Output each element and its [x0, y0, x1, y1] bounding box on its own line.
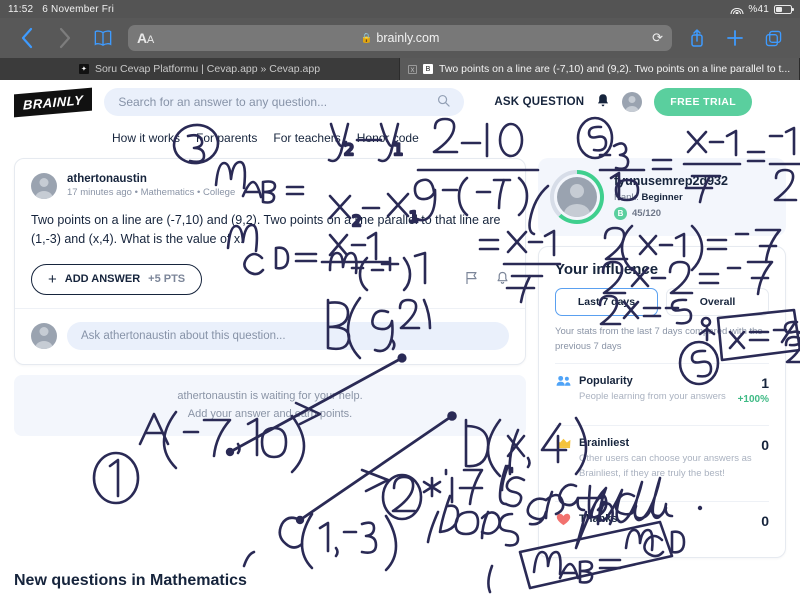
influence-title: Your influence	[555, 261, 659, 278]
question-author[interactable]: athertonaustin	[67, 173, 235, 185]
wifi-icon	[730, 4, 744, 14]
safari-toolbar: AAAA 🔒 brainly.com ⟳	[0, 18, 800, 58]
tab-last-7-days[interactable]: Last 7 days	[555, 288, 658, 316]
url-text: brainly.com	[376, 31, 440, 45]
search-icon[interactable]	[437, 94, 450, 110]
tab-title: Two points on a line are (-7,10) and (9,…	[439, 63, 791, 75]
people-icon	[555, 375, 571, 390]
close-icon[interactable]: x	[408, 64, 417, 74]
influence-note: Your stats from the last 7 days compared…	[555, 326, 763, 352]
tabs-overview-icon[interactable]	[754, 21, 792, 55]
heart-icon	[555, 513, 571, 529]
ios-status-bar: 11:52 6 November Fri %41	[0, 0, 800, 18]
stat-change: +100%	[737, 394, 769, 406]
crown-icon	[555, 437, 571, 452]
user-avatar-icon[interactable]	[31, 173, 57, 199]
browser-tab-2[interactable]: x B Two points on a line are (-7,10) and…	[400, 58, 800, 80]
stat-desc: People learning from your answers	[579, 391, 726, 403]
subnav-item-honor-code[interactable]: Honor code	[357, 131, 419, 145]
profile-progress-ring	[550, 170, 604, 224]
status-time: 11:52	[8, 3, 34, 15]
cevap-favicon: ✦	[78, 64, 89, 74]
divider	[15, 307, 525, 309]
question-card: athertonaustin 17 minutes ago • Mathemat…	[14, 158, 526, 365]
tab-overall[interactable]: Overall	[666, 288, 769, 316]
subnav-item-how-it-works[interactable]: How it works	[112, 131, 180, 145]
main-column: athertonaustin 17 minutes ago • Mathemat…	[14, 158, 526, 558]
influence-card: Your influence Last 7 days Overall Your …	[538, 246, 786, 558]
profile-card: fyunusemrep2d932 Rank: Beginner B 45/120	[538, 158, 786, 236]
brainly-logo[interactable]: BRAINLY	[14, 87, 93, 117]
question-meta: 17 minutes ago • Mathematics • College	[67, 187, 236, 198]
ask-question-button[interactable]: ASK QUESTION	[494, 96, 584, 108]
brainly-subnav: How it works For parents For teachers Ho…	[0, 124, 800, 152]
subnav-item-for-parents[interactable]: For parents	[196, 131, 257, 145]
stat-row-thanks: Thanks 0	[555, 500, 769, 543]
battery-icon	[774, 4, 794, 14]
bell-icon[interactable]	[596, 93, 610, 111]
badge-icon: B	[614, 207, 627, 220]
badge-score: 45/120	[632, 208, 662, 219]
tab-strip: ✦ Soru Cevap Platformu | Cevap.app » Cev…	[0, 58, 800, 80]
waiting-banner: athertonaustin is waiting for your help.…	[14, 374, 526, 437]
chevron-left-icon[interactable]	[8, 21, 46, 55]
battery-label: %41	[748, 3, 769, 15]
browser-tab-1[interactable]: ✦ Soru Cevap Platformu | Cevap.app » Cev…	[0, 58, 400, 80]
status-date: 6 November Fri	[42, 3, 115, 15]
address-bar[interactable]: AAAA 🔒 brainly.com ⟳	[128, 25, 672, 51]
page-content: athertonaustin 17 minutes ago • Mathemat…	[0, 152, 800, 558]
search-input[interactable]: Search for an answer to any question...	[104, 88, 465, 116]
new-questions-section: New questions in Mathematics The table b…	[0, 558, 800, 600]
profile-username[interactable]: fyunusemrep2d932	[614, 174, 728, 188]
new-questions-title: New questions in Mathematics	[14, 571, 247, 589]
stat-title: Thanks	[579, 512, 618, 525]
url-display: 🔒 brainly.com	[128, 31, 672, 45]
stat-value: 0	[761, 437, 769, 454]
question-actions: + ADD ANSWER +5 PTS	[31, 263, 509, 295]
reload-icon[interactable]: ⟳	[652, 30, 663, 46]
stat-desc: Other users can choose your answers as B…	[579, 453, 752, 479]
profile-badge: B 45/120	[614, 207, 728, 220]
subnav-item-for-teachers[interactable]: For teachers	[273, 131, 340, 145]
ask-author-row: Ask athertonaustin about this question..…	[31, 321, 509, 350]
add-answer-label: ADD ANSWER	[64, 273, 141, 286]
lock-icon: 🔒	[360, 32, 373, 44]
add-answer-button[interactable]: + ADD ANSWER +5 PTS	[31, 263, 203, 295]
profile-rank: Rank: Beginner	[614, 192, 683, 203]
sidebar: fyunusemrep2d932 Rank: Beginner B 45/120…	[538, 158, 786, 558]
book-icon[interactable]	[84, 21, 122, 55]
stat-row-brainliest: Brainliest Other users can choose your a…	[555, 425, 769, 492]
stat-value: 1	[761, 375, 769, 392]
question-header: athertonaustin 17 minutes ago • Mathemat…	[31, 173, 509, 199]
ask-placeholder: Ask athertonaustin about this question..…	[81, 329, 286, 342]
flag-icon[interactable]	[465, 271, 478, 288]
web-page: BRAINLY Search for an answer to any ques…	[0, 80, 800, 600]
add-answer-points: +5 PTS	[148, 273, 186, 286]
user-avatar-icon[interactable]	[31, 322, 57, 349]
question-text: Two points on a line are (-7,10) and (9,…	[31, 213, 501, 247]
influence-tabs: Last 7 days Overall	[555, 288, 769, 316]
search-placeholder: Search for an answer to any question...	[118, 95, 328, 109]
chevron-right-icon	[46, 21, 84, 55]
user-avatar-icon[interactable]	[557, 177, 597, 217]
free-trial-button[interactable]: FREE TRIAL	[654, 88, 753, 116]
plus-icon: +	[48, 270, 57, 288]
share-icon[interactable]	[678, 21, 716, 55]
bell-icon[interactable]	[496, 271, 509, 288]
brainly-header: BRAINLY Search for an answer to any ques…	[0, 80, 800, 124]
waiting-line-1: athertonaustin is waiting for your help.	[177, 389, 363, 402]
stat-value: 0	[761, 512, 769, 529]
profile-rank-value: Beginner	[641, 192, 683, 203]
plus-icon[interactable]	[716, 21, 754, 55]
waiting-line-2: Add your answer and earn points.	[187, 408, 353, 421]
tab-title: Soru Cevap Platformu | Cevap.app » Cevap…	[94, 63, 321, 75]
stat-title: Popularity	[579, 375, 633, 388]
stat-title: Brainliest	[579, 437, 630, 450]
user-avatar-icon[interactable]	[622, 92, 643, 112]
brainly-favicon: B	[423, 64, 433, 74]
ask-question-input[interactable]: Ask athertonaustin about this question..…	[67, 321, 509, 350]
stat-row-popularity: Popularity People learning from your ans…	[555, 363, 769, 416]
